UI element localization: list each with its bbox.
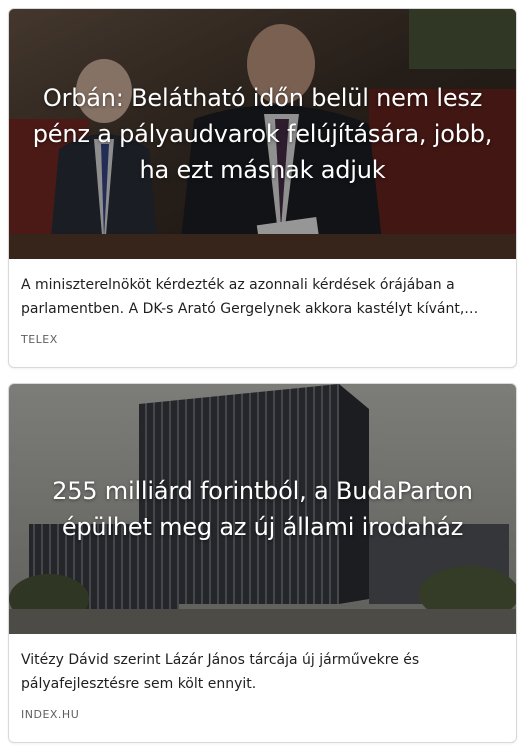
article-card[interactable]: 255 milliárd forintból, a BudaParton épü… [8, 383, 517, 743]
article-source: TELEX [21, 333, 58, 346]
article-body: Vitézy Dávid szerint Lázár János tárcája… [9, 634, 516, 721]
article-excerpt: A miniszterelnököt kérdezték az azonnali… [21, 277, 465, 317]
article-card[interactable]: Orbán: Belátható időn belül nem lesz pén… [8, 8, 517, 368]
article-headline[interactable]: Orbán: Belátható időn belül nem lesz pén… [31, 9, 494, 259]
article-body: A miniszterelnököt kérdezték az azonnali… [9, 259, 516, 346]
article-hero-image[interactable]: 255 milliárd forintból, a BudaParton épü… [9, 384, 516, 634]
article-headline[interactable]: 255 milliárd forintból, a BudaParton épü… [31, 384, 494, 634]
article-hero-image[interactable]: Orbán: Belátható időn belül nem lesz pén… [9, 9, 516, 259]
news-feed: Orbán: Belátható időn belül nem lesz pén… [0, 0, 528, 756]
article-excerpt: Vitézy Dávid szerint Lázár János tárcája… [21, 652, 420, 692]
article-source: INDEX.HU [21, 708, 80, 721]
